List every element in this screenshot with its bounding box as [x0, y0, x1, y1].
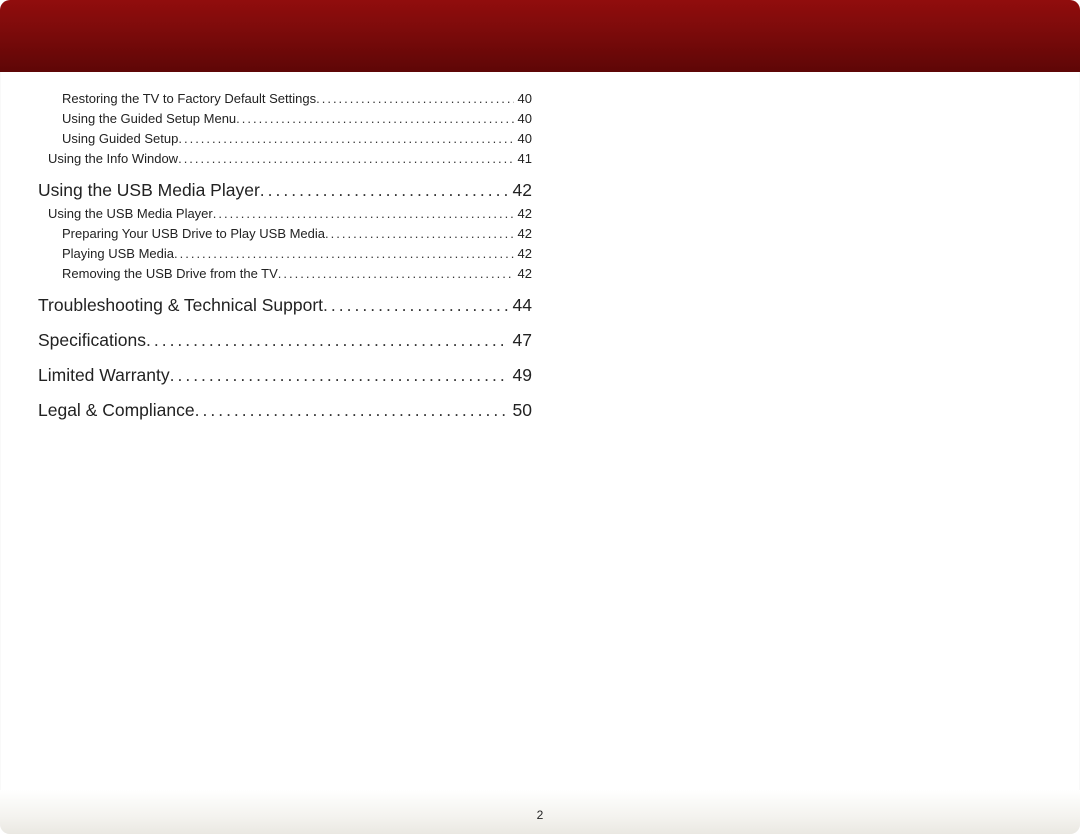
- toc-entry: Using the USB Media Player 42: [38, 180, 532, 201]
- toc-leader: [325, 226, 514, 241]
- toc-page: 42: [509, 180, 532, 201]
- toc-title: Using the USB Media Player: [38, 180, 260, 201]
- toc-entry: Using the Guided Setup Menu 40: [38, 111, 532, 126]
- toc-page: 42: [514, 206, 532, 221]
- toc-leader: [178, 151, 513, 166]
- toc-page: 40: [514, 91, 532, 106]
- toc-title: Restoring the TV to Factory Default Sett…: [62, 91, 316, 106]
- toc-entry: Using Guided Setup 40: [38, 131, 532, 146]
- table-of-contents: Restoring the TV to Factory Default Sett…: [38, 86, 532, 423]
- toc-entry: Preparing Your USB Drive to Play USB Med…: [38, 226, 532, 241]
- toc-page: 50: [509, 400, 532, 421]
- toc-page: 41: [514, 151, 532, 166]
- toc-entry: Limited Warranty 49: [38, 365, 532, 386]
- toc-title: Limited Warranty: [38, 365, 170, 386]
- toc-entry: Legal & Compliance 50: [38, 400, 532, 421]
- toc-entry: Playing USB Media 42: [38, 246, 532, 261]
- toc-title: Specifications: [38, 330, 146, 351]
- toc-leader: [174, 246, 514, 261]
- toc-page: 40: [514, 131, 532, 146]
- toc-title: Legal & Compliance: [38, 400, 195, 421]
- toc-title: Playing USB Media: [62, 246, 174, 261]
- toc-title: Using the Guided Setup Menu: [62, 111, 236, 126]
- toc-leader: [170, 365, 509, 386]
- header-band: [0, 0, 1080, 72]
- toc-title: Preparing Your USB Drive to Play USB Med…: [62, 226, 325, 241]
- toc-title: Using the USB Media Player: [48, 206, 213, 221]
- toc-entry: Specifications 47: [38, 330, 532, 351]
- toc-leader: [146, 330, 509, 351]
- toc-entry: Restoring the TV to Factory Default Sett…: [38, 91, 532, 106]
- toc-leader: [236, 111, 513, 126]
- toc-leader: [278, 266, 514, 281]
- toc-leader: [316, 91, 513, 106]
- toc-page: 40: [514, 111, 532, 126]
- page-number: 2: [0, 808, 1080, 822]
- toc-leader: [195, 400, 509, 421]
- toc-title: Troubleshooting & Technical Support: [38, 295, 323, 316]
- toc-title: Using Guided Setup: [62, 131, 178, 146]
- toc-page: 47: [509, 330, 532, 351]
- toc-leader: [260, 180, 509, 201]
- toc-leader: [323, 295, 508, 316]
- toc-title: Using the Info Window: [48, 151, 178, 166]
- toc-entry: Removing the USB Drive from the TV 42: [38, 266, 532, 281]
- toc-page: 44: [509, 295, 532, 316]
- toc-title: Removing the USB Drive from the TV: [62, 266, 278, 281]
- toc-page: 42: [514, 266, 532, 281]
- toc-leader: [178, 131, 513, 146]
- toc-entry: Using the Info Window 41: [38, 151, 532, 166]
- toc-page: 49: [509, 365, 532, 386]
- toc-entry: Troubleshooting & Technical Support 44: [38, 295, 532, 316]
- toc-entry: Using the USB Media Player 42: [38, 206, 532, 221]
- document-page: Restoring the TV to Factory Default Sett…: [0, 0, 1080, 834]
- toc-page: 42: [514, 246, 532, 261]
- toc-page: 42: [514, 226, 532, 241]
- toc-leader: [213, 206, 514, 221]
